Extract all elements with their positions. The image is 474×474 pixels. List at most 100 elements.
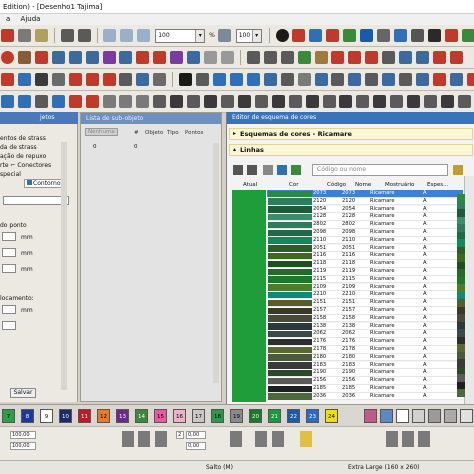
- table-row[interactable]: 2190 2190 Ricamare A: [267, 369, 463, 377]
- strip-swatch[interactable]: [457, 209, 465, 217]
- undo-icon[interactable]: [60, 29, 74, 42]
- table-row[interactable]: 2185 2185 Ricamare A: [267, 385, 463, 393]
- palette-color-11[interactable]: 11: [78, 409, 91, 423]
- t4-24-icon[interactable]: [390, 95, 404, 108]
- palette-color-15[interactable]: 15: [154, 409, 167, 423]
- redo-icon[interactable]: [77, 29, 91, 42]
- grid-icon[interactable]: [217, 29, 231, 42]
- table-row[interactable]: 2109 2109 Ricamare A: [267, 283, 463, 292]
- info-icon[interactable]: [275, 29, 289, 42]
- t4-27-icon[interactable]: [440, 95, 454, 108]
- table-row[interactable]: 2116 2116 Ricamare A: [267, 252, 463, 260]
- strip-swatch[interactable]: [457, 239, 465, 247]
- trim-icon[interactable]: [17, 51, 31, 64]
- palette-color-20[interactable]: 20: [249, 409, 262, 423]
- palette-color-7[interactable]: 7: [2, 409, 15, 423]
- shape-icon[interactable]: [187, 51, 201, 64]
- t4-15-icon[interactable]: [237, 95, 251, 108]
- menu-item-ajuda[interactable]: Ajuda: [17, 14, 45, 25]
- value-select[interactable]: 100 ▾: [235, 29, 262, 43]
- threads-2-icon[interactable]: [291, 165, 301, 175]
- cube-icon[interactable]: [428, 409, 441, 423]
- magnifier-icon[interactable]: [246, 51, 260, 64]
- strip-swatch[interactable]: [457, 216, 465, 224]
- t4-14-icon[interactable]: [220, 95, 234, 108]
- strip-swatch[interactable]: [457, 284, 465, 292]
- palette-color-22[interactable]: 22: [287, 409, 300, 423]
- flip-icon[interactable]: [138, 431, 150, 447]
- dots-icon[interactable]: [399, 51, 413, 64]
- current-color-swatch[interactable]: [232, 190, 266, 402]
- table-row[interactable]: 2098 2098 Ricamare A: [267, 229, 463, 237]
- strip-swatch[interactable]: [457, 359, 465, 367]
- table-row[interactable]: 2178 2178 Ricamare A: [267, 346, 463, 354]
- strip-swatch[interactable]: [457, 224, 465, 232]
- t4-20-icon[interactable]: [322, 95, 336, 108]
- strip-swatch[interactable]: [457, 389, 465, 397]
- needle-icon[interactable]: [444, 29, 458, 42]
- refresh-icon[interactable]: [432, 51, 446, 64]
- cut-icon[interactable]: [34, 51, 48, 64]
- t4-11-icon[interactable]: [170, 95, 184, 108]
- view-icon[interactable]: [360, 29, 374, 42]
- function-icon[interactable]: [102, 51, 116, 64]
- magnifier-3-icon[interactable]: [280, 51, 294, 64]
- column-nome[interactable]: Nome: [355, 182, 371, 188]
- lines-icon[interactable]: [153, 51, 167, 64]
- tool-24-icon[interactable]: [399, 73, 413, 86]
- table-row[interactable]: 2158 2158 Ricamare A: [267, 314, 463, 323]
- table-row[interactable]: 2119 2119 Ricamare A: [267, 268, 463, 276]
- sphere-icon[interactable]: [444, 409, 457, 423]
- palette-color-10[interactable]: 10: [59, 409, 72, 423]
- swatch-icon[interactable]: [263, 165, 273, 175]
- strip-swatch[interactable]: [457, 246, 465, 254]
- column-pontos[interactable]: Pontos: [185, 130, 203, 136]
- settings-icon[interactable]: [410, 29, 424, 42]
- table-row[interactable]: 2054 2054 Ricamare A: [267, 205, 463, 214]
- width-field[interactable]: 100,00: [10, 431, 36, 439]
- t4-7-icon[interactable]: [102, 95, 116, 108]
- strip-swatch[interactable]: [457, 381, 465, 389]
- column-number[interactable]: #: [134, 130, 139, 136]
- palette-color-14[interactable]: 14: [135, 409, 148, 423]
- stitch-icon[interactable]: [292, 29, 306, 42]
- properties-select[interactable]: [3, 196, 69, 205]
- zoom-icon[interactable]: [103, 29, 117, 42]
- spool-icon[interactable]: [461, 29, 474, 42]
- align-tool-2-icon[interactable]: [255, 431, 267, 447]
- tool-21-icon[interactable]: [348, 73, 362, 86]
- filter-button[interactable]: Nenhuma: [85, 128, 118, 136]
- measure-icon[interactable]: [427, 29, 441, 42]
- tool-23-icon[interactable]: [382, 73, 396, 86]
- group-icon[interactable]: [365, 51, 379, 64]
- tool-8-icon[interactable]: [119, 73, 133, 86]
- arc-icon[interactable]: [204, 51, 218, 64]
- height-field[interactable]: 100,00: [10, 442, 36, 450]
- lock-icon[interactable]: [300, 431, 312, 447]
- table-row[interactable]: 2180 2180 Ricamare A: [267, 353, 463, 362]
- palette-color-13[interactable]: 13: [116, 409, 129, 423]
- thread-table-scrollbar[interactable]: [464, 176, 474, 404]
- palette-icon[interactable]: [343, 29, 357, 42]
- t4-22-icon[interactable]: [356, 95, 370, 108]
- table-row[interactable]: 2036 2036 Ricamare A: [267, 392, 463, 401]
- zoom-select[interactable]: 100 ▾: [155, 29, 206, 43]
- column-codigo[interactable]: Código: [327, 182, 346, 188]
- spin-field-5[interactable]: [2, 321, 16, 330]
- t4-3-icon[interactable]: [34, 95, 48, 108]
- t4-26-icon[interactable]: [424, 95, 438, 108]
- strip-swatch[interactable]: [457, 329, 465, 337]
- select-icon[interactable]: [348, 51, 362, 64]
- view-tool-3-icon[interactable]: [418, 431, 430, 447]
- strip-swatch[interactable]: [457, 321, 465, 329]
- strip-swatch[interactable]: [457, 269, 465, 277]
- tool-2-icon[interactable]: [17, 73, 31, 86]
- palette-color-19[interactable]: 19: [230, 409, 243, 423]
- rotate-icon[interactable]: [449, 51, 463, 64]
- column-cor[interactable]: Cor: [289, 182, 298, 188]
- view-tool-2-icon[interactable]: [402, 431, 414, 447]
- table-row[interactable]: 2151 2151 Ricamare A: [267, 299, 463, 307]
- column-objeto[interactable]: Objeto: [145, 130, 163, 136]
- t4-2-icon[interactable]: [17, 95, 31, 108]
- t4-16-icon[interactable]: [254, 95, 268, 108]
